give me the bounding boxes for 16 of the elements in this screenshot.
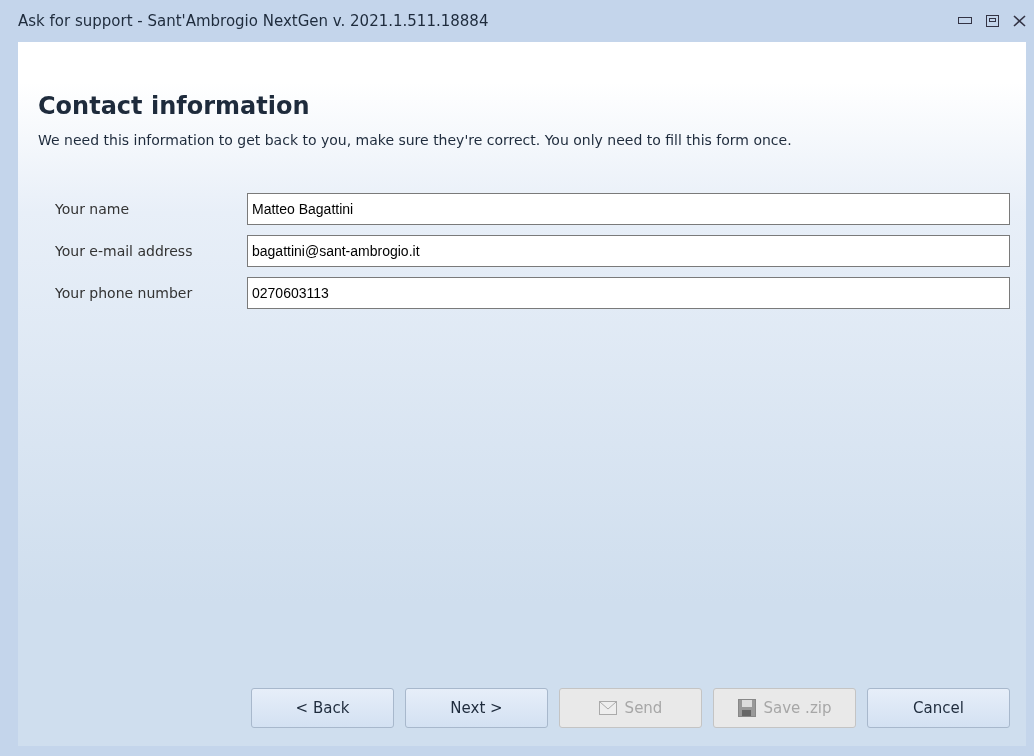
field-label: Your phone number <box>55 285 194 301</box>
minimize-icon[interactable] <box>958 17 972 25</box>
field-label: Your e-mail address <box>55 243 194 259</box>
close-icon[interactable] <box>1013 15 1026 27</box>
input-field[interactable]: 0270603113 <box>247 277 1010 309</box>
intro-text: We need this information to get back to you, make sure they're correct. You only need to fill this form once. <box>38 132 793 148</box>
envelope-icon <box>598 701 617 715</box>
input-field[interactable]: Matteo Bagattini <box>247 193 1010 225</box>
maximize-icon[interactable] <box>986 15 999 27</box>
wizard-button[interactable]: Next > <box>405 688 548 728</box>
input-field[interactable]: bagattini@sant-ambrogio.it <box>247 235 1010 267</box>
field-label: Your name <box>55 201 131 217</box>
window-title: Ask for support - Sant'Ambrogio NextGen v. 2021.1.511.18884 <box>18 12 489 30</box>
page-heading: Contact information <box>38 92 311 120</box>
wizard-button[interactable]: < Back <box>251 688 394 728</box>
wizard-button[interactable]: Cancel <box>867 688 1010 728</box>
